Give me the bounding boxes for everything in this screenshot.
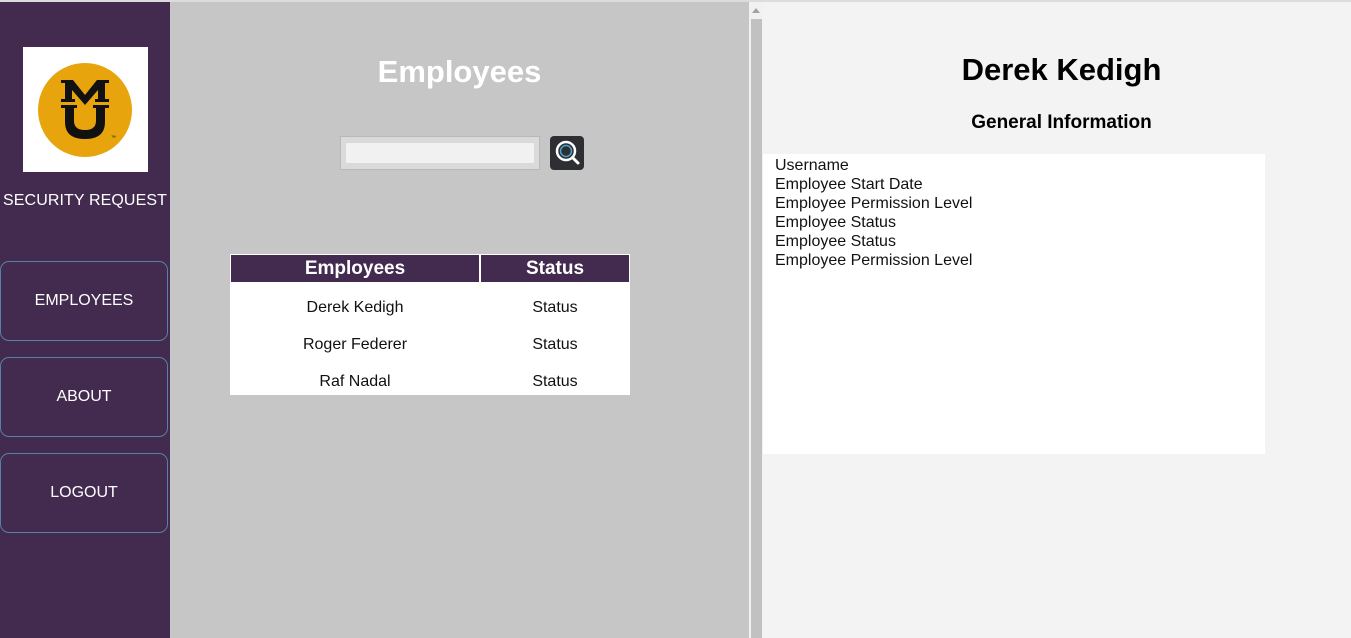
employee-status: Status xyxy=(532,336,578,353)
employee-name[interactable]: Raf Nadal xyxy=(230,373,480,391)
search-button[interactable] xyxy=(550,136,584,170)
svg-text:™: ™ xyxy=(111,135,116,141)
table-header-status[interactable]: Status xyxy=(481,255,629,282)
general-information-box: Username Employee Start Date Employee Pe… xyxy=(763,154,1265,454)
info-field-username: Username xyxy=(775,157,849,174)
nav-about-label: ABOUT xyxy=(56,388,112,405)
scrollbar-thumb[interactable] xyxy=(751,19,762,638)
info-field-status: Employee Status xyxy=(775,233,896,250)
nav-logout-label: LOGOUT xyxy=(50,484,118,501)
employee-status: Status xyxy=(532,299,578,316)
info-field-list: Username Employee Start Date Employee Pe… xyxy=(775,156,972,270)
table-header-employees[interactable]: Employees xyxy=(231,255,479,282)
employee-name[interactable]: Derek Kedigh xyxy=(230,299,480,317)
info-field-permission-level: Employee Permission Level xyxy=(775,195,973,212)
employee-status: Status xyxy=(532,373,578,390)
page-title: Employees xyxy=(377,54,542,89)
employee-detail-panel: Derek Kedigh General Information Usernam… xyxy=(763,2,1351,638)
logo: ™ xyxy=(23,47,148,172)
nav-about-button[interactable]: ABOUT xyxy=(0,357,168,437)
nav-employees-label: EMPLOYEES xyxy=(34,292,134,309)
employee-detail-name: Derek Kedigh xyxy=(961,52,1162,87)
nav-logout-button[interactable]: LOGOUT xyxy=(0,453,168,533)
search-box xyxy=(340,136,540,170)
info-field-status: Employee Status xyxy=(775,214,896,231)
search-icon xyxy=(555,140,580,165)
app-title: SECURITY REQUEST xyxy=(3,192,167,209)
sidebar: ™ SECURITY REQUEST EMPLOYEES ABOUT LOGOU… xyxy=(0,2,170,638)
info-field-start-date: Employee Start Date xyxy=(775,176,923,193)
employee-name[interactable]: Roger Federer xyxy=(230,336,480,354)
mizzou-logo-icon: ™ xyxy=(61,80,116,141)
general-information-heading: General Information xyxy=(971,112,1152,133)
nav-employees-button[interactable]: EMPLOYEES xyxy=(0,261,168,341)
search-input[interactable] xyxy=(346,143,534,163)
employees-table: Employees Status Derek Kedigh Status Rog… xyxy=(230,254,630,395)
info-field-permission-level: Employee Permission Level xyxy=(775,252,973,269)
scroll-up-arrow-icon[interactable] xyxy=(749,4,763,16)
employees-panel: Employees Employees Status Derek Kedigh … xyxy=(170,2,749,638)
